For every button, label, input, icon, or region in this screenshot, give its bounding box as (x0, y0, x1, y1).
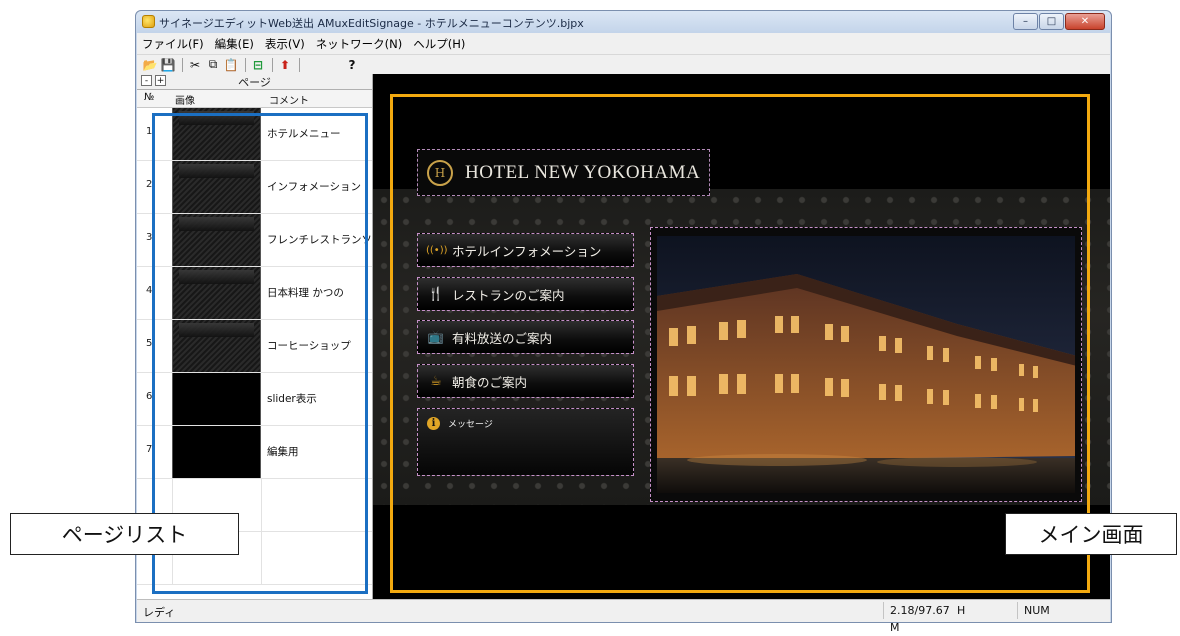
window-title: サイネージエディットWeb送出 AMuxEditSignage - ホテルメニュ… (159, 17, 584, 30)
column-comment[interactable]: コメント (269, 92, 309, 107)
upload-icon[interactable]: ⬆ (277, 57, 293, 73)
toolbar-separator (182, 57, 183, 72)
help-icon[interactable]: ? (344, 57, 360, 73)
num-lock-indicator: NUM (1017, 602, 1077, 619)
close-button[interactable]: ✕ (1065, 13, 1105, 30)
status-flag: H (957, 604, 966, 617)
network-icon[interactable]: ⊟ (250, 57, 266, 73)
title-bar[interactable]: サイネージエディットWeb送出 AMuxEditSignage - ホテルメニュ… (136, 11, 1111, 33)
toolbar: 📂 💾 ✂ ⧉ 📋 ⊟ ⬆ ? (137, 54, 1110, 74)
main-screen-highlight (390, 94, 1090, 593)
toolbar-separator (299, 57, 300, 72)
toolbar-separator (272, 57, 273, 72)
column-media[interactable]: 画像 (175, 92, 195, 107)
main-screen-callout: メイン画面 (1005, 513, 1177, 555)
app-icon (142, 15, 155, 28)
open-icon[interactable]: 📂 (142, 57, 158, 73)
paste-icon[interactable]: 📋 (223, 57, 239, 73)
memory-indicator: 2.18/97.67 M (883, 602, 955, 634)
window-controls: – □ ✕ (1012, 13, 1105, 30)
column-number[interactable]: № (144, 92, 154, 103)
menu-view[interactable]: 表示(V) (265, 36, 305, 52)
menu-file[interactable]: ファイル(F) (142, 36, 204, 52)
page-panel-header: - + ページ (137, 74, 372, 90)
page-panel-title: ページ (238, 76, 271, 89)
menu-edit[interactable]: 編集(E) (215, 36, 254, 52)
menu-help[interactable]: ヘルプ(H) (413, 36, 465, 52)
maximize-button[interactable]: □ (1039, 13, 1064, 30)
menu-network[interactable]: ネットワーク(N) (316, 36, 403, 52)
page-list-callout: ページリスト (10, 513, 239, 555)
copy-icon[interactable]: ⧉ (205, 57, 221, 73)
page-list-column-header: № 画像 コメント (137, 90, 372, 108)
cut-icon[interactable]: ✂ (187, 57, 203, 73)
save-icon[interactable]: 💾 (160, 57, 176, 73)
minimize-button[interactable]: – (1013, 13, 1038, 30)
menu-bar: ファイル(F) 編集(E) 表示(V) ネットワーク(N) ヘルプ(H) (137, 33, 1110, 54)
toolbar-separator (245, 57, 246, 72)
status-bar: レディ 2.18/97.67 M H NUM (137, 599, 1110, 634)
status-text: レディ (143, 606, 176, 619)
